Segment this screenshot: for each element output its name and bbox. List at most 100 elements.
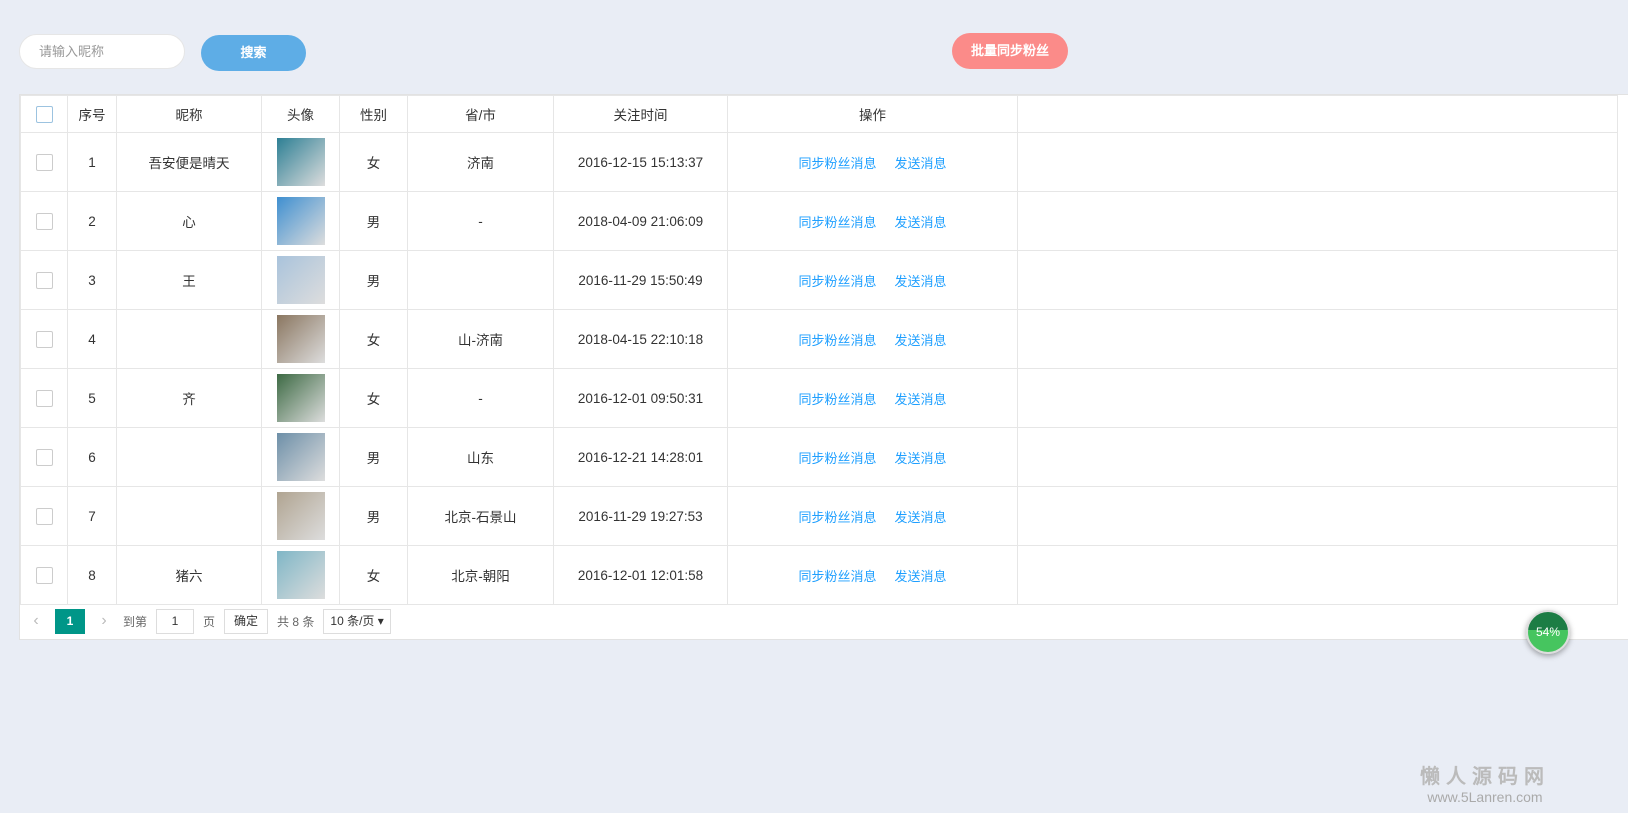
column-header: 性别 (339, 95, 408, 133)
confirm-page-button[interactable]: 确定 (224, 608, 269, 634)
row-checkbox[interactable] (35, 507, 53, 525)
sync-fan-message-link[interactable]: 同步粉丝消息 (798, 392, 876, 407)
table-row: 5 齐 女 - 2016-12-01 09:50:31 同步粉丝消息 发送消息 (20, 368, 1618, 428)
total-count: 共 8 条 (277, 614, 315, 629)
row-number: 6 (67, 427, 117, 487)
avatar (276, 256, 325, 304)
region: 济南 (407, 132, 554, 192)
column-header: 操作 (727, 95, 1018, 133)
pagination: ‹ 1 › 到第 1 页 确定 共 8 条 10 条/页 ▾ (20, 602, 400, 640)
gender: 男 (339, 191, 408, 251)
row-number: 1 (67, 132, 117, 192)
empty-cell (1017, 191, 1618, 251)
region: - (407, 191, 554, 251)
send-message-link[interactable]: 发送消息 (895, 333, 947, 348)
follow-time: 2018-04-09 21:06:09 (553, 191, 728, 251)
watermark-name: 懒人源码网 (1420, 766, 1550, 788)
avatar (276, 551, 325, 599)
row-checkbox[interactable] (35, 271, 53, 289)
fans-table-panel: 序号 昵称 头像 性别 省/市 关注时间 操作 1 吾安便是晴天 女 济南 2016-12-… (19, 94, 1628, 640)
table-row: 3 王 男 2016-11-29 15:50:49 同步粉丝消息 发送消息 (20, 250, 1618, 310)
row-checkbox[interactable] (35, 389, 53, 407)
follow-time: 2016-11-29 15:50:49 (553, 250, 728, 310)
region: 山-济南 (407, 309, 554, 369)
table-row: 7 男 北京-石景山 2016-11-29 19:27:53 同步粉丝消息 发送消… (20, 486, 1618, 546)
nickname (116, 427, 262, 487)
prev-page-icon[interactable]: ‹ (26, 612, 46, 630)
search-button[interactable]: 搜索 (201, 35, 306, 71)
row-number: 5 (67, 368, 117, 428)
empty-cell (1017, 132, 1618, 192)
region (407, 250, 554, 310)
avatar (276, 492, 325, 540)
row-checkbox[interactable] (35, 330, 53, 348)
gender: 女 (339, 309, 408, 369)
avatar (276, 197, 325, 245)
avatar (276, 374, 325, 422)
row-checkbox[interactable] (35, 448, 53, 466)
per-page-select[interactable]: 10 条/页 ▾ (323, 608, 391, 634)
nickname (116, 486, 262, 546)
sync-fan-message-link[interactable]: 同步粉丝消息 (798, 274, 876, 289)
next-page-icon[interactable]: › (94, 612, 114, 630)
nickname: 心 (116, 191, 262, 251)
region: 山东 (407, 427, 554, 487)
row-checkbox[interactable] (35, 566, 53, 584)
empty-cell (1017, 427, 1618, 487)
nickname: 齐 (116, 368, 262, 428)
gender: 女 (339, 545, 408, 605)
send-message-link[interactable]: 发送消息 (895, 569, 947, 584)
table-row: 8 猪六 女 北京-朝阳 2016-12-01 12:01:58 同步粉丝消息 发… (20, 545, 1618, 605)
sync-fan-message-link[interactable]: 同步粉丝消息 (798, 569, 876, 584)
follow-time: 2016-12-01 12:01:58 (553, 545, 728, 605)
region: 北京-石景山 (407, 486, 554, 546)
column-spacer (1017, 95, 1618, 133)
follow-time: 2016-12-01 09:50:31 (553, 368, 728, 428)
select-all-checkbox[interactable] (35, 105, 53, 123)
follow-time: 2016-12-15 15:13:37 (553, 132, 728, 192)
fans-table: 序号 昵称 头像 性别 省/市 关注时间 操作 1 吾安便是晴天 女 济南 2016-12-… (20, 95, 1618, 605)
nickname-search-input[interactable]: 请输入昵称 (19, 34, 185, 69)
sync-fan-message-link[interactable]: 同步粉丝消息 (798, 510, 876, 525)
send-message-link[interactable]: 发送消息 (895, 156, 947, 171)
nickname: 王 (116, 250, 262, 310)
watermark-url: www.5Lanren.com (1427, 789, 1543, 805)
table-row: 2 心 男 - 2018-04-09 21:06:09 同步粉丝消息 发送消息 (20, 191, 1618, 251)
avatar (276, 433, 325, 481)
batch-sync-fans-button[interactable]: 批量同步粉丝 (952, 33, 1068, 69)
goto-page-input[interactable]: 1 (156, 608, 195, 634)
empty-cell (1017, 545, 1618, 605)
send-message-link[interactable]: 发送消息 (895, 510, 947, 525)
column-header: 昵称 (116, 95, 262, 133)
column-header: 头像 (261, 95, 340, 133)
sync-fan-message-link[interactable]: 同步粉丝消息 (798, 215, 876, 230)
send-message-link[interactable]: 发送消息 (895, 274, 947, 289)
column-header: 序号 (67, 95, 117, 133)
empty-cell (1017, 368, 1618, 428)
column-header: 关注时间 (553, 95, 728, 133)
page-1-button[interactable]: 1 (55, 608, 85, 634)
sync-fan-message-link[interactable]: 同步粉丝消息 (798, 333, 876, 348)
nickname (116, 309, 262, 369)
follow-time: 2018-04-15 22:10:18 (553, 309, 728, 369)
goto-label: 到第 (123, 614, 148, 629)
row-checkbox[interactable] (35, 153, 53, 171)
gender: 女 (339, 132, 408, 192)
sync-fan-message-link[interactable]: 同步粉丝消息 (798, 451, 876, 466)
nickname: 吾安便是晴天 (116, 132, 262, 192)
empty-cell (1017, 250, 1618, 310)
progress-gauge: 54% (1526, 610, 1570, 654)
row-number: 8 (67, 545, 117, 605)
sync-fan-message-link[interactable]: 同步粉丝消息 (798, 156, 876, 171)
gender: 男 (339, 486, 408, 546)
send-message-link[interactable]: 发送消息 (895, 451, 947, 466)
region: - (407, 368, 554, 428)
send-message-link[interactable]: 发送消息 (895, 392, 947, 407)
row-number: 3 (67, 250, 117, 310)
send-message-link[interactable]: 发送消息 (895, 215, 947, 230)
empty-cell (1017, 486, 1618, 546)
watermark: 懒人源码网 www.5Lanren.com (1410, 760, 1560, 805)
row-checkbox[interactable] (35, 212, 53, 230)
nickname: 猪六 (116, 545, 262, 605)
avatar (276, 138, 325, 186)
